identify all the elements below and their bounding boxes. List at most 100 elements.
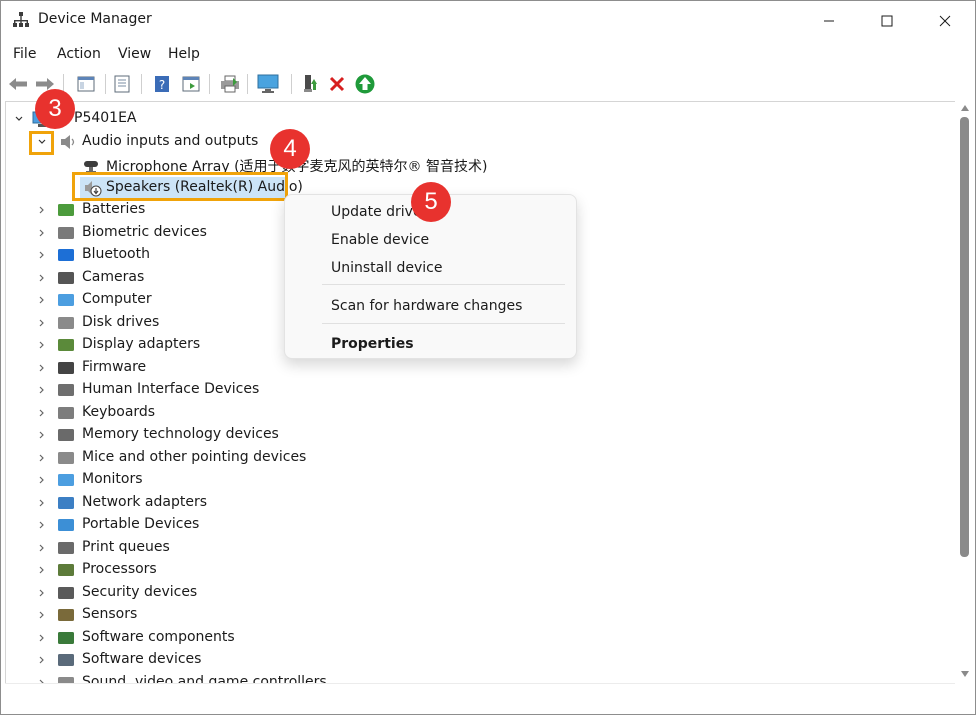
device-category-icon bbox=[56, 494, 76, 512]
scroll-down-arrow-icon[interactable] bbox=[961, 671, 969, 677]
properties-toolbar-button[interactable] bbox=[111, 73, 133, 95]
expand-chevron-icon[interactable] bbox=[35, 586, 49, 600]
expand-chevron-icon[interactable] bbox=[35, 361, 49, 375]
collapse-chevron-icon[interactable] bbox=[12, 112, 26, 126]
tree-category-network-adapters[interactable]: Network adapters bbox=[6, 492, 406, 514]
step-badge-3: 3 bbox=[35, 89, 75, 129]
green-up-arrow-icon bbox=[355, 74, 375, 94]
tree-category-keyboards[interactable]: Keyboards bbox=[6, 402, 406, 424]
close-icon bbox=[939, 15, 951, 27]
device-category-icon bbox=[56, 201, 76, 219]
scan-hardware-button[interactable] bbox=[257, 73, 279, 95]
device-category-icon bbox=[56, 336, 76, 354]
category-label: Firmware bbox=[82, 358, 147, 375]
toolbar-separator bbox=[141, 74, 142, 94]
category-label: Batteries bbox=[82, 201, 146, 217]
tree-category-software-components[interactable]: Software components bbox=[6, 627, 406, 649]
expand-chevron-icon[interactable] bbox=[35, 451, 49, 465]
tree-category-software-devices[interactable]: Software devices bbox=[6, 649, 406, 671]
maximize-button[interactable] bbox=[864, 1, 910, 41]
minimize-button[interactable] bbox=[806, 1, 852, 41]
device-category-icon bbox=[56, 449, 76, 467]
tree-category-mice-and-other-pointing-devices[interactable]: Mice and other pointing devices bbox=[6, 447, 406, 469]
category-label: Software devices bbox=[82, 651, 202, 667]
expand-chevron-icon[interactable] bbox=[35, 203, 49, 217]
horizontal-scrollbar[interactable] bbox=[5, 683, 955, 713]
device-category-icon bbox=[56, 561, 76, 579]
category-label: Bluetooth bbox=[82, 246, 150, 262]
context-uninstall-device[interactable]: Uninstall device bbox=[331, 260, 442, 276]
tree-category-security-devices[interactable]: Security devices bbox=[6, 582, 406, 604]
enable-device-toolbar-button[interactable] bbox=[354, 73, 376, 95]
device-category-icon bbox=[56, 584, 76, 602]
title-bar: Device Manager bbox=[1, 1, 975, 41]
context-separator bbox=[322, 323, 565, 324]
menu-action[interactable]: Action bbox=[57, 46, 101, 62]
expand-chevron-icon[interactable] bbox=[35, 473, 49, 487]
expand-chevron-icon[interactable] bbox=[35, 518, 49, 532]
scroll-up-arrow-icon[interactable] bbox=[961, 105, 969, 111]
device-category-icon bbox=[56, 426, 76, 444]
action-pane-icon bbox=[182, 76, 200, 92]
action-pane-button[interactable] bbox=[180, 73, 202, 95]
show-hide-console-tree-button[interactable] bbox=[75, 73, 97, 95]
tree-category-portable-devices[interactable]: Portable Devices bbox=[6, 514, 406, 536]
tree-category-processors[interactable]: Processors bbox=[6, 559, 406, 581]
back-button[interactable] bbox=[7, 73, 29, 95]
red-x-icon bbox=[329, 76, 345, 92]
toolbar: ? bbox=[1, 68, 975, 99]
context-properties[interactable]: Properties bbox=[331, 336, 414, 352]
tree-category-monitors[interactable]: Monitors bbox=[6, 469, 406, 491]
menu-bar: File Action View Help bbox=[1, 41, 975, 67]
expand-chevron-icon[interactable] bbox=[35, 676, 49, 683]
device-category-icon bbox=[56, 291, 76, 309]
tree-category-audio[interactable]: Audio inputs and outputs bbox=[6, 131, 406, 153]
expand-chevron-icon[interactable] bbox=[35, 226, 49, 240]
expand-chevron-icon[interactable] bbox=[35, 631, 49, 645]
tree-category-memory-technology-devices[interactable]: Memory technology devices bbox=[6, 424, 406, 446]
menu-help[interactable]: Help bbox=[168, 46, 200, 62]
expand-chevron-icon[interactable] bbox=[35, 316, 49, 330]
update-driver-toolbar-button[interactable] bbox=[299, 73, 321, 95]
tree-category-human-interface-devices[interactable]: Human Interface Devices bbox=[6, 379, 406, 401]
device-category-icon bbox=[56, 359, 76, 377]
context-separator bbox=[322, 284, 565, 285]
expand-chevron-icon[interactable] bbox=[35, 496, 49, 510]
expand-chevron-icon[interactable] bbox=[35, 653, 49, 667]
help-toolbar-button[interactable]: ? bbox=[151, 73, 173, 95]
expand-chevron-icon[interactable] bbox=[35, 428, 49, 442]
category-label: Computer bbox=[82, 291, 152, 307]
expand-chevron-icon[interactable] bbox=[35, 338, 49, 352]
computer-name: P5401EA bbox=[74, 110, 137, 126]
vertical-scrollbar[interactable] bbox=[955, 101, 975, 683]
expand-chevron-icon[interactable] bbox=[35, 563, 49, 577]
tree-category-print-queues[interactable]: Print queues bbox=[6, 537, 406, 559]
step-badge-4: 4 bbox=[270, 129, 310, 169]
expand-chevron-icon[interactable] bbox=[35, 406, 49, 420]
console-tree-icon bbox=[77, 76, 95, 92]
expand-chevron-icon[interactable] bbox=[35, 271, 49, 285]
expand-chevron-icon[interactable] bbox=[35, 608, 49, 622]
category-label: Security devices bbox=[82, 583, 198, 600]
tree-category-sensors[interactable]: Sensors bbox=[6, 604, 406, 626]
tree-category-sound-video-and-game-controllers[interactable]: Sound, video and game controllers bbox=[6, 672, 406, 683]
context-enable-device[interactable]: Enable device bbox=[331, 232, 429, 248]
menu-file[interactable]: File bbox=[13, 46, 36, 62]
print-button[interactable] bbox=[219, 73, 241, 95]
expand-chevron-icon[interactable] bbox=[35, 293, 49, 307]
close-button[interactable] bbox=[922, 1, 968, 41]
expand-chevron-icon[interactable] bbox=[35, 383, 49, 397]
expand-chevron-icon[interactable] bbox=[35, 541, 49, 555]
tree-category-firmware[interactable]: Firmware bbox=[6, 357, 406, 379]
svg-text:?: ? bbox=[159, 78, 165, 92]
device-category-icon bbox=[56, 381, 76, 399]
category-label: Sensors bbox=[82, 606, 138, 622]
context-scan-hardware[interactable]: Scan for hardware changes bbox=[331, 298, 522, 314]
menu-view[interactable]: View bbox=[118, 46, 151, 62]
toolbar-separator bbox=[105, 74, 106, 94]
device-category-icon bbox=[56, 629, 76, 647]
vertical-scroll-thumb[interactable] bbox=[960, 117, 969, 557]
uninstall-toolbar-button[interactable] bbox=[326, 73, 348, 95]
expand-chevron-icon[interactable] bbox=[35, 248, 49, 262]
category-label: Mice and other pointing devices bbox=[82, 448, 307, 465]
